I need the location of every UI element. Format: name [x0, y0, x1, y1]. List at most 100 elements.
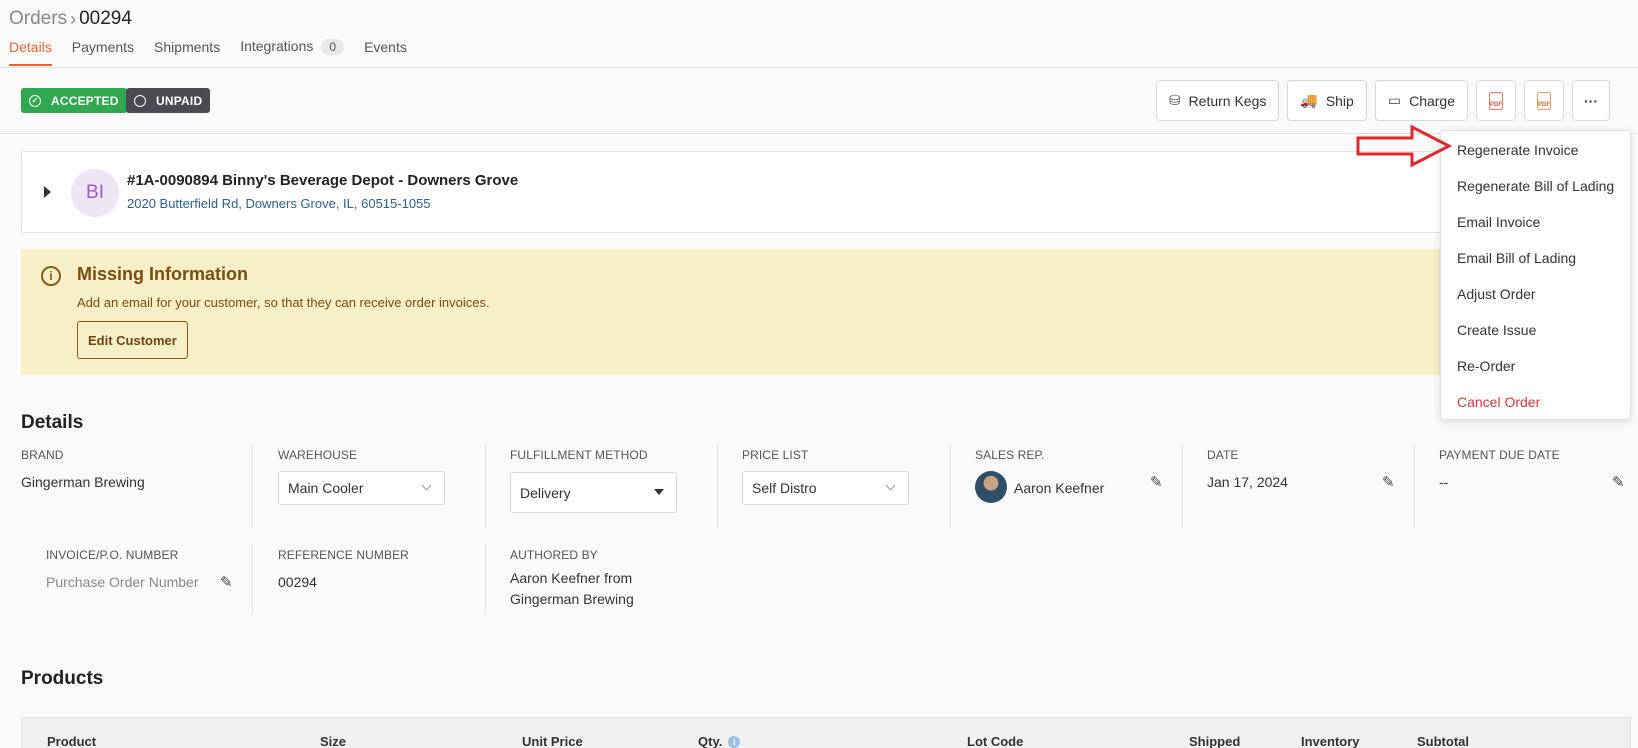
menu-item-adjust-order[interactable]: Adjust Order: [1457, 286, 1536, 302]
warehouse-label: Warehouse: [278, 448, 358, 462]
tab-integrations-label: Integrations: [240, 38, 314, 54]
price-list-field: Price List: [742, 448, 808, 462]
column-header-unit-price: Unit Price: [522, 734, 583, 748]
column-header-lot-code: Lot Code: [967, 734, 1024, 748]
charge-button[interactable]: ▭ Charge: [1374, 80, 1468, 121]
authored-by-value: Aaron Keefner from Gingerman Brewing: [510, 568, 634, 610]
edit-date-pencil-icon[interactable]: ✎: [1382, 473, 1395, 491]
warehouse-select[interactable]: Main Cooler: [278, 471, 445, 505]
menu-item-cancel-order[interactable]: Cancel Order: [1457, 394, 1540, 410]
fulfillment-method-select[interactable]: Delivery: [510, 472, 677, 513]
brand-field: Brand Gingerman Brewing: [21, 448, 145, 490]
column-header-inventory: Inventory: [1301, 734, 1360, 748]
divider: [252, 544, 253, 614]
charge-label: Charge: [1409, 92, 1455, 109]
authored-by-field: Authored By Aaron Keefner from Gingerman…: [510, 548, 634, 610]
brand-value: Gingerman Brewing: [21, 474, 145, 490]
edit-payment-due-pencil-icon[interactable]: ✎: [1612, 473, 1625, 491]
customer-avatar: BI: [71, 169, 119, 217]
more-actions-button[interactable]: ···: [1572, 80, 1610, 121]
truck-icon: 🚚: [1300, 92, 1318, 108]
unpaid-label: UNPAID: [156, 93, 203, 108]
credit-card-icon: ▭: [1387, 92, 1402, 108]
date-label: Date: [1207, 448, 1239, 462]
sales-rep-label: Sales Rep.: [975, 448, 1045, 462]
expand-caret-icon[interactable]: [44, 186, 51, 198]
info-circle-icon: i: [41, 266, 61, 286]
authored-by-line2: Gingerman Brewing: [510, 591, 634, 607]
bill-of-lading-pdf-button[interactable]: PDF: [1524, 80, 1564, 121]
column-header-product: Product: [47, 734, 97, 748]
menu-item-regenerate-invoice[interactable]: Regenerate Invoice: [1457, 142, 1578, 158]
column-header-size: Size: [320, 734, 347, 748]
reference-value: 00294: [278, 574, 317, 590]
circle-icon: [134, 94, 146, 107]
invoice-po-input[interactable]: Purchase Order Number: [46, 574, 199, 590]
tab-events[interactable]: Events: [364, 39, 407, 63]
edit-invoice-po-pencil-icon[interactable]: ✎: [220, 573, 233, 591]
menu-item-regenerate-bill-of-lading[interactable]: Regenerate Bill of Lading: [1457, 178, 1614, 194]
invoice-po-label: Invoice/P.O. Number: [46, 548, 179, 562]
products-table-header: Product Size Unit Price Qty. i Lot Code S…: [21, 717, 1631, 748]
warehouse-field: Warehouse: [278, 448, 357, 462]
chevron-down-icon: [421, 480, 432, 491]
tab-payments[interactable]: Payments: [72, 39, 134, 63]
payment-due-label: Payment Due Date: [1439, 448, 1560, 462]
more-actions-menu: Regenerate Invoice Regenerate Bill of La…: [1440, 130, 1631, 420]
return-kegs-button[interactable]: ⛁ Return Kegs: [1155, 80, 1280, 121]
tab-details[interactable]: Details: [9, 39, 52, 66]
breadcrumb: Orders › 00294: [9, 8, 132, 30]
action-toolbar: ⛁ Return Kegs 🚚 Ship ▭ Charge PDF PDF ···: [1148, 80, 1610, 121]
breadcrumb-orders-link[interactable]: Orders: [9, 8, 67, 30]
divider: [485, 444, 486, 528]
brand-label: Brand: [21, 448, 64, 462]
edit-sales-rep-pencil-icon[interactable]: ✎: [1150, 473, 1163, 491]
edit-customer-button[interactable]: Edit Customer: [77, 321, 188, 359]
menu-item-re-order[interactable]: Re-Order: [1457, 358, 1515, 374]
missing-info-alert: i Missing Information Add an email for y…: [21, 249, 1461, 375]
fulfillment-field: Fulfillment Method: [510, 448, 648, 462]
invoice-pdf-button[interactable]: PDF: [1476, 80, 1516, 121]
customer-address-link[interactable]: 2020 Butterfield Rd, Downers Grove, IL, …: [127, 196, 431, 211]
divider: [950, 444, 951, 528]
menu-item-email-bill-of-lading[interactable]: Email Bill of Lading: [1457, 250, 1576, 266]
top-bar: Orders › 00294 Details Payments Shipment…: [0, 0, 1638, 68]
menu-item-create-issue[interactable]: Create Issue: [1457, 322, 1536, 338]
chevron-right-icon: ›: [70, 8, 77, 29]
pdf-file-icon: PDF: [1537, 91, 1551, 110]
menu-item-email-invoice[interactable]: Email Invoice: [1457, 214, 1540, 230]
divider: [1414, 444, 1415, 528]
accepted-status-badge: ✓ ACCEPTED: [21, 88, 127, 113]
column-header-qty: Qty. i: [698, 734, 741, 748]
qty-label: Qty.: [698, 734, 723, 748]
tab-integrations[interactable]: Integrations 0: [240, 38, 345, 63]
tab-shipments[interactable]: Shipments: [154, 39, 220, 63]
date-field: Date Jan 17, 2024: [1207, 448, 1288, 490]
details-section-title: Details: [21, 412, 84, 433]
column-header-shipped: Shipped: [1189, 734, 1241, 748]
info-icon[interactable]: i: [728, 736, 741, 748]
chevron-down-icon: [885, 480, 896, 491]
sales-rep-avatar: [975, 471, 1007, 503]
unpaid-status-badge: UNPAID: [126, 88, 211, 113]
caret-down-icon: [654, 489, 664, 495]
customer-card: BI #1A-0090894 Binny's Beverage Depot - …: [21, 151, 1461, 233]
return-kegs-label: Return Kegs: [1188, 92, 1267, 109]
products-section-title: Products: [21, 668, 104, 689]
accepted-label: ACCEPTED: [51, 93, 119, 108]
authored-by-line1: Aaron Keefner from: [510, 570, 633, 586]
alert-title: Missing Information: [77, 264, 248, 284]
authored-by-label: Authored By: [510, 548, 598, 562]
divider: [717, 444, 718, 528]
price-list-label: Price List: [742, 448, 809, 462]
ship-button[interactable]: 🚚 Ship: [1287, 80, 1367, 121]
fulfillment-value: Delivery: [520, 484, 571, 501]
price-list-select[interactable]: Self Distro: [742, 471, 909, 505]
reference-label: Reference Number: [278, 548, 409, 562]
fulfillment-label: Fulfillment Method: [510, 448, 648, 462]
tab-bar: Details Payments Shipments Integrations 0…: [9, 38, 427, 66]
ellipsis-icon: ···: [1584, 92, 1598, 109]
price-list-value: Self Distro: [752, 480, 817, 496]
annotation-arrow-icon: [1356, 124, 1452, 168]
warehouse-value: Main Cooler: [288, 480, 364, 496]
